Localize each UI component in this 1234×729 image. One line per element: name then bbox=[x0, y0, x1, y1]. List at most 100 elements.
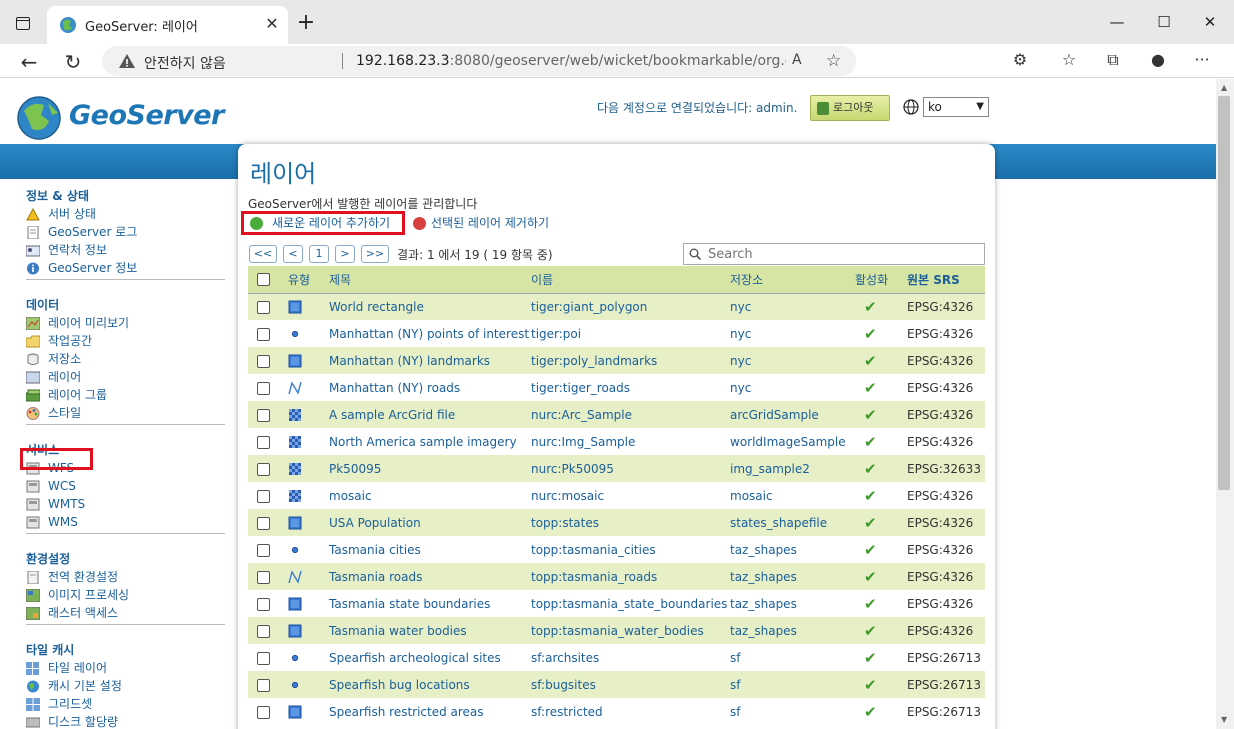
add-favorite-icon[interactable]: ☆ bbox=[826, 51, 841, 71]
sidebar-item-layer-groups[interactable]: 레이어 그룹 bbox=[26, 386, 225, 404]
row-checkbox[interactable] bbox=[257, 408, 270, 422]
row-checkbox[interactable] bbox=[257, 624, 270, 638]
row-checkbox[interactable] bbox=[257, 300, 270, 314]
select-all-checkbox[interactable] bbox=[257, 273, 270, 287]
sidebar-item-server-status[interactable]: 서버 상태 bbox=[26, 205, 225, 223]
layer-title-link[interactable]: Tasmania roads bbox=[329, 563, 531, 590]
back-button[interactable]: ← bbox=[15, 48, 43, 76]
layer-name-link[interactable]: topp:tasmania_roads bbox=[531, 563, 730, 590]
row-checkbox[interactable] bbox=[257, 705, 270, 719]
layer-title-link[interactable]: Tasmania cities bbox=[329, 536, 531, 563]
new-tab-button[interactable]: + bbox=[293, 11, 319, 37]
sidebar-item-wcs[interactable]: WCS bbox=[26, 477, 225, 495]
store-link[interactable]: nyc bbox=[730, 374, 852, 401]
next-page-button[interactable]: > bbox=[335, 245, 355, 263]
row-checkbox[interactable] bbox=[257, 354, 270, 368]
maximize-button[interactable]: ☐ bbox=[1146, 10, 1182, 34]
prev-page-button[interactable]: < bbox=[283, 245, 303, 263]
url-text[interactable]: 192.168.23.3:8080/geoserver/web/wicket/b… bbox=[356, 53, 786, 69]
sidebar-item-raster-access[interactable]: 래스터 액세스 bbox=[26, 604, 225, 622]
row-checkbox[interactable] bbox=[257, 570, 270, 584]
store-link[interactable]: sf bbox=[730, 671, 852, 698]
sidebar-item-gridsets[interactable]: 그리드셋 bbox=[26, 695, 225, 713]
row-checkbox[interactable] bbox=[257, 489, 270, 503]
sidebar-item-layer-preview[interactable]: 레이어 미리보기 bbox=[26, 314, 225, 332]
layer-title-link[interactable]: A sample ArcGrid file bbox=[329, 401, 531, 428]
search-field[interactable] bbox=[683, 243, 985, 265]
layer-title-link[interactable]: Tasmania state boundaries bbox=[329, 590, 531, 617]
reload-button[interactable]: ↻ bbox=[59, 48, 87, 76]
store-link[interactable]: arcGridSample bbox=[730, 401, 852, 428]
row-checkbox[interactable] bbox=[257, 651, 270, 665]
layer-title-link[interactable]: USA Population bbox=[329, 509, 531, 536]
column-header-enabled[interactable]: 활성화 bbox=[852, 266, 907, 294]
layer-title-link[interactable]: Manhattan (NY) landmarks bbox=[329, 347, 531, 374]
sidebar-item-layers[interactable]: 레이어 bbox=[26, 368, 225, 386]
store-link[interactable]: nyc bbox=[730, 293, 852, 320]
layer-name-link[interactable]: sf:restricted bbox=[531, 698, 730, 725]
remove-selected-layers-link[interactable]: 선택된 레이어 제거하기 bbox=[413, 214, 549, 232]
first-page-button[interactable]: << bbox=[249, 245, 277, 263]
column-header-srs[interactable]: 원본 SRS bbox=[907, 266, 985, 294]
layer-name-link[interactable]: nurc:Arc_Sample bbox=[531, 401, 730, 428]
close-window-button[interactable]: ✕ bbox=[1192, 10, 1228, 34]
store-link[interactable]: taz_shapes bbox=[730, 590, 852, 617]
store-link[interactable]: nyc bbox=[730, 320, 852, 347]
store-link[interactable]: states_shapefile bbox=[730, 509, 852, 536]
sidebar-item-styles[interactable]: 스타일 bbox=[26, 404, 225, 422]
layer-name-link[interactable]: tiger:poi bbox=[531, 320, 730, 347]
layer-name-link[interactable]: sf:bugsites bbox=[531, 671, 730, 698]
row-checkbox[interactable] bbox=[257, 435, 270, 449]
settings-menu-icon[interactable]: ··· bbox=[1190, 48, 1214, 72]
layer-name-link[interactable]: nurc:Img_Sample bbox=[531, 428, 730, 455]
column-header-type[interactable]: 유형 bbox=[279, 266, 329, 294]
extensions-puzzle-icon[interactable]: ⚙ bbox=[1008, 48, 1032, 72]
layer-name-link[interactable]: sf:archsites bbox=[531, 644, 730, 671]
sidebar-item-wmts[interactable]: WMTS bbox=[26, 495, 225, 513]
favorites-icon[interactable]: ☆ bbox=[1057, 48, 1081, 72]
sidebar-item-disk-quota[interactable]: 디스크 할당량 bbox=[26, 713, 225, 729]
tab-actions-icon[interactable] bbox=[12, 12, 34, 34]
layer-title-link[interactable]: Tasmania water bodies bbox=[329, 617, 531, 644]
layer-name-link[interactable]: tiger:poly_landmarks bbox=[531, 347, 730, 374]
search-input[interactable] bbox=[708, 246, 978, 262]
browser-tab[interactable]: GeoServer: 레이어 ✕ bbox=[47, 6, 288, 44]
language-select[interactable]: ko ▼ bbox=[923, 97, 989, 117]
geoserver-logo[interactable]: GeoServer bbox=[14, 93, 224, 143]
store-link[interactable]: taz_shapes bbox=[730, 536, 852, 563]
column-header-store[interactable]: 저장소 bbox=[730, 266, 852, 294]
layer-title-link[interactable]: Manhattan (NY) roads bbox=[329, 374, 531, 401]
store-link[interactable]: mosaic bbox=[730, 482, 852, 509]
layer-title-link[interactable]: Pk50095 bbox=[329, 455, 531, 482]
sidebar-item-contact-info[interactable]: 연락처 정보 bbox=[26, 241, 225, 259]
store-link[interactable]: nyc bbox=[730, 347, 852, 374]
layer-name-link[interactable]: topp:tasmania_cities bbox=[531, 536, 730, 563]
layer-title-link[interactable]: Manhattan (NY) points of interest bbox=[329, 320, 531, 347]
read-aloud-icon[interactable]: A bbox=[792, 52, 802, 68]
store-link[interactable]: taz_shapes bbox=[730, 617, 852, 644]
layer-name-link[interactable]: nurc:mosaic bbox=[531, 482, 730, 509]
sidebar-item-wms[interactable]: WMS bbox=[26, 513, 225, 531]
store-link[interactable]: sf bbox=[730, 698, 852, 725]
layer-title-link[interactable]: North America sample imagery bbox=[329, 428, 531, 455]
column-header-title[interactable]: 제목 bbox=[329, 266, 531, 294]
sidebar-item-caching-defaults[interactable]: 캐시 기본 설정 bbox=[26, 677, 225, 695]
row-checkbox[interactable] bbox=[257, 381, 270, 395]
profile-avatar-icon[interactable]: ● bbox=[1146, 48, 1170, 72]
row-checkbox[interactable] bbox=[257, 462, 270, 476]
sidebar-item-image-processing[interactable]: 이미지 프로세싱 bbox=[26, 586, 225, 604]
sidebar-item-workspaces[interactable]: 작업공간 bbox=[26, 332, 225, 350]
sidebar-item-geoserver-log[interactable]: GeoServer 로그 bbox=[26, 223, 225, 241]
row-checkbox[interactable] bbox=[257, 516, 270, 530]
column-header-name[interactable]: 이름 bbox=[531, 266, 730, 294]
collections-icon[interactable]: ⧉ bbox=[1101, 48, 1125, 72]
sidebar-item-geoserver-info[interactable]: GeoServer 정보 bbox=[26, 259, 225, 277]
layer-name-link[interactable]: topp:tasmania_state_boundaries bbox=[531, 590, 730, 617]
security-status[interactable]: 안전하지 않음 bbox=[144, 53, 226, 73]
layer-title-link[interactable]: World rectangle bbox=[329, 293, 531, 320]
layer-name-link[interactable]: topp:tasmania_water_bodies bbox=[531, 617, 730, 644]
layer-name-link[interactable]: tiger:giant_polygon bbox=[531, 293, 730, 320]
scroll-down-arrow-icon[interactable]: ▼ bbox=[1221, 715, 1227, 724]
sidebar-item-global-settings[interactable]: 전역 환경설정 bbox=[26, 568, 225, 586]
layer-name-link[interactable]: topp:states bbox=[531, 509, 730, 536]
